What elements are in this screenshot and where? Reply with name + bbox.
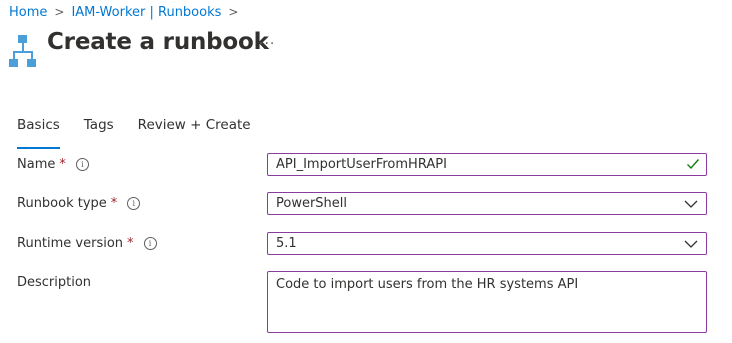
info-icon[interactable]: i bbox=[143, 237, 157, 250]
info-icon[interactable]: i bbox=[75, 158, 89, 171]
tab-review-create[interactable]: Review + Create bbox=[138, 116, 251, 141]
tab-tags[interactable]: Tags bbox=[84, 116, 114, 141]
breadcrumb-runbooks[interactable]: IAM-Worker | Runbooks bbox=[71, 5, 221, 20]
required-marker: * bbox=[127, 236, 134, 251]
more-options-button[interactable]: ··· bbox=[259, 36, 275, 52]
breadcrumb-separator: > bbox=[54, 5, 65, 19]
runtime-version-value: 5.1 bbox=[276, 236, 297, 251]
runbook-type-label-row: Runbook type * i bbox=[17, 196, 141, 211]
description-value: Code to import users from the HR systems… bbox=[276, 277, 579, 292]
tab-bar: Basics Tags Review + Create bbox=[17, 116, 275, 149]
runbook-type-select[interactable]: PowerShell bbox=[267, 192, 707, 215]
chevron-down-icon bbox=[684, 240, 698, 248]
description-textarea[interactable]: Code to import users from the HR systems… bbox=[267, 271, 707, 333]
chevron-down-icon bbox=[684, 200, 698, 208]
name-input[interactable]: API_ImportUserFromHRAPI bbox=[267, 153, 707, 176]
required-marker: * bbox=[110, 196, 118, 211]
required-marker: * bbox=[59, 157, 66, 172]
tab-basics[interactable]: Basics bbox=[17, 116, 60, 149]
runbook-type-value: PowerShell bbox=[276, 196, 348, 211]
runbook-hierarchy-icon bbox=[9, 35, 36, 67]
name-label-row: Name * i bbox=[17, 157, 89, 172]
page-title: Create a runbook bbox=[47, 29, 269, 55]
breadcrumb-home[interactable]: Home bbox=[9, 5, 47, 20]
checkmark-icon bbox=[687, 159, 700, 170]
runtime-version-label-row: Runtime version * i bbox=[17, 236, 157, 251]
breadcrumb: Home > IAM-Worker | Runbooks > bbox=[9, 3, 245, 21]
runbook-type-label: Runbook type bbox=[17, 196, 107, 211]
description-label-row: Description bbox=[17, 275, 91, 290]
description-label: Description bbox=[17, 275, 92, 290]
breadcrumb-separator: > bbox=[228, 5, 239, 19]
name-input-value: API_ImportUserFromHRAPI bbox=[276, 157, 447, 172]
runtime-version-select[interactable]: 5.1 bbox=[267, 232, 707, 255]
name-label: Name bbox=[17, 157, 56, 172]
runtime-version-label: Runtime version bbox=[17, 236, 124, 251]
info-icon[interactable]: i bbox=[127, 197, 141, 210]
